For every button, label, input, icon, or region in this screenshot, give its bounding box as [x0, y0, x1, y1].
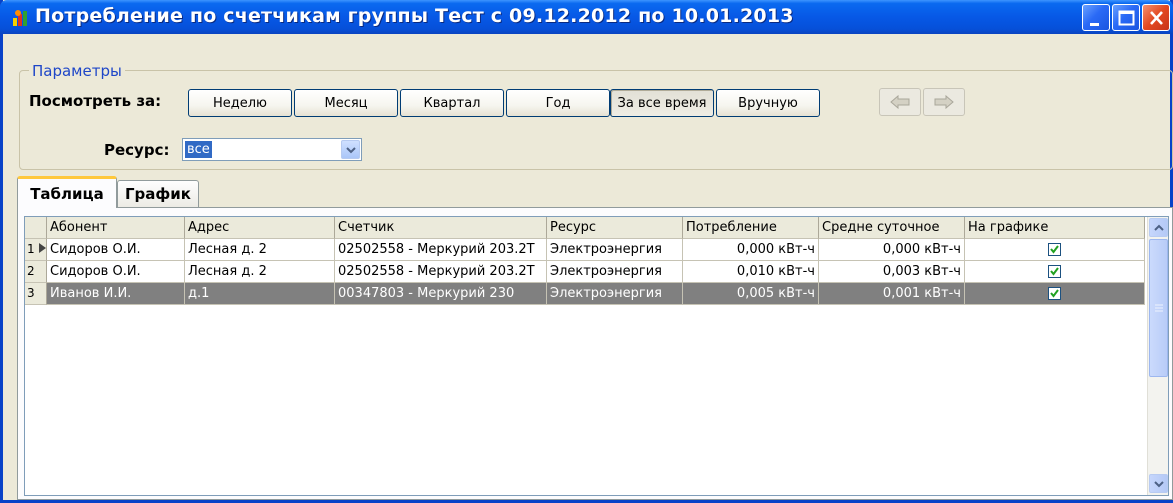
minimize-button[interactable] [1082, 4, 1110, 31]
all-time-button[interactable]: За все время [610, 89, 714, 117]
close-button[interactable] [1142, 4, 1170, 31]
maximize-icon [1118, 10, 1135, 26]
cell-meter[interactable]: 02502558 - Меркурий 203.2T [335, 261, 547, 283]
tab-chart[interactable]: График [117, 180, 199, 207]
app-window: Потребление по счетчикам группы Тест с 0… [0, 0, 1173, 503]
vertical-scrollbar[interactable] [1147, 217, 1168, 495]
cell-resource[interactable]: Электроэнергия [547, 261, 683, 283]
scroll-down-button[interactable] [1149, 474, 1168, 493]
arrow-right-icon [934, 95, 954, 109]
week-button[interactable]: Неделю [188, 89, 292, 117]
cell-meter[interactable]: 02502558 - Меркурий 203.2T [335, 239, 547, 261]
manual-button[interactable]: Вручную [716, 89, 820, 117]
table-header: Абонент Адрес Счетчик Ресурс Потребление… [25, 217, 1145, 239]
column-header-daily-average[interactable]: Средне суточное [819, 217, 965, 239]
resource-dropdown-button[interactable] [341, 140, 360, 159]
table-row[interactable]: 2 Сидоров О.И. Лесная д. 2 02502558 - Ме… [25, 261, 1145, 283]
consumption-table: Абонент Адрес Счетчик Ресурс Потребление… [24, 216, 1169, 496]
forward-button[interactable] [923, 88, 965, 116]
cell-consumption[interactable]: 0,000 кВт-ч [683, 239, 819, 261]
cell-address[interactable]: Лесная д. 2 [185, 239, 335, 261]
cell-address[interactable]: Лесная д. 2 [185, 261, 335, 283]
table-row[interactable]: 1 Сидоров О.И. Лесная д. 2 02502558 - Ме… [25, 239, 1145, 261]
cell-consumption[interactable]: 0,005 кВт-ч [683, 283, 819, 305]
cell-daily-average[interactable]: 0,003 кВт-ч [819, 261, 965, 283]
grip-icon [1155, 304, 1163, 312]
cell-on-chart[interactable] [965, 283, 1145, 305]
on-chart-checkbox[interactable] [1048, 287, 1061, 300]
column-header-resource[interactable]: Ресурс [547, 217, 683, 239]
tab-table[interactable]: Таблица [17, 176, 117, 208]
cell-meter[interactable]: 00347803 - Меркурий 230 [335, 283, 547, 305]
header-row-indicator [25, 217, 47, 239]
app-multicolor-icon [13, 10, 27, 26]
cell-consumption[interactable]: 0,010 кВт-ч [683, 261, 819, 283]
resource-label: Ресурс: [104, 141, 170, 159]
month-button[interactable]: Месяц [294, 89, 398, 117]
on-chart-checkbox[interactable] [1048, 243, 1061, 256]
chevron-down-icon [1154, 481, 1164, 488]
cell-on-chart[interactable] [965, 261, 1145, 283]
table-row[interactable]: 3 Иванов И.И. д.1 00347803 - Меркурий 23… [25, 283, 1145, 305]
minimize-icon [1090, 23, 1099, 26]
year-button[interactable]: Год [506, 89, 610, 117]
chevron-down-icon [346, 147, 356, 154]
back-button[interactable] [879, 88, 921, 116]
close-icon [1150, 11, 1163, 25]
cell-abonent[interactable]: Сидоров О.И. [47, 261, 185, 283]
cell-daily-average[interactable]: 0,001 кВт-ч [819, 283, 965, 305]
checkmark-icon [1050, 289, 1059, 298]
quarter-button[interactable]: Квартал [400, 89, 504, 117]
column-header-address[interactable]: Адрес [185, 217, 335, 239]
resource-select[interactable]: все [182, 138, 362, 161]
scroll-thumb[interactable] [1149, 239, 1168, 377]
cell-resource[interactable]: Электроэнергия [547, 239, 683, 261]
column-header-abonent[interactable]: Абонент [47, 217, 185, 239]
checkmark-icon [1050, 267, 1059, 276]
arrow-left-icon [890, 95, 910, 109]
column-header-on-chart[interactable]: На графике [965, 217, 1145, 239]
title-bar[interactable]: Потребление по счетчикам группы Тест с 0… [0, 0, 1173, 34]
cell-resource[interactable]: Электроэнергия [547, 283, 683, 305]
row-indicator[interactable]: 1 [25, 239, 47, 261]
row-pointer-icon [39, 243, 46, 253]
cell-on-chart[interactable] [965, 239, 1145, 261]
maximize-button[interactable] [1112, 4, 1140, 31]
column-header-consumption[interactable]: Потребление [683, 217, 819, 239]
window-title: Потребление по счетчикам группы Тест с 0… [35, 5, 794, 27]
cell-address[interactable]: д.1 [185, 283, 335, 305]
chevron-up-icon [1154, 224, 1164, 231]
checkmark-icon [1050, 245, 1059, 254]
row-indicator[interactable]: 3 [25, 283, 47, 305]
cell-abonent[interactable]: Иванов И.И. [47, 283, 185, 305]
on-chart-checkbox[interactable] [1048, 265, 1061, 278]
resource-select-value: все [185, 141, 212, 158]
period-label: Посмотреть за: [29, 92, 162, 110]
cell-daily-average[interactable]: 0,000 кВт-ч [819, 239, 965, 261]
column-header-meter[interactable]: Счетчик [335, 217, 547, 239]
row-indicator[interactable]: 2 [25, 261, 47, 283]
scroll-up-button[interactable] [1149, 218, 1168, 237]
cell-abonent[interactable]: Сидоров О.И. [47, 239, 185, 261]
parameters-legend: Параметры [29, 62, 125, 80]
